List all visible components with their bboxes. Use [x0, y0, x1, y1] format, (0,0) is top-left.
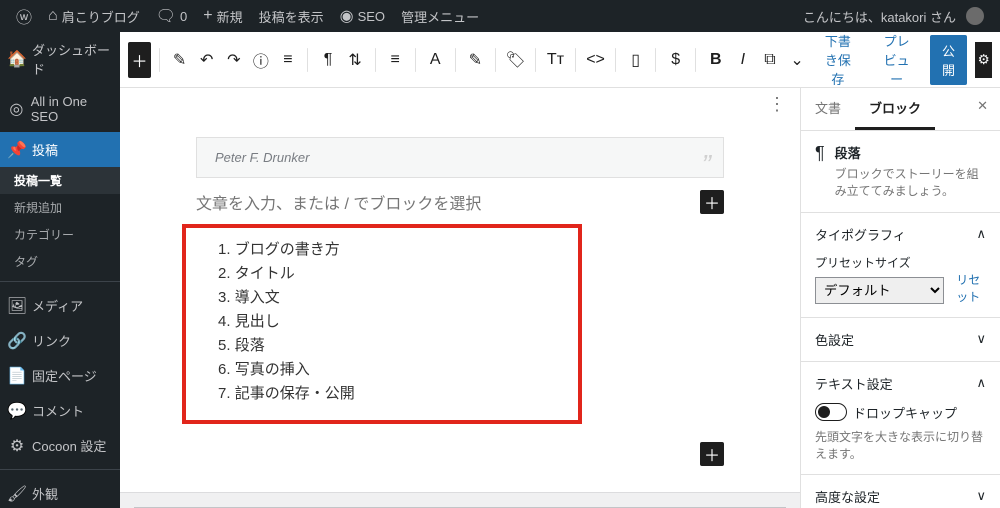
color-panel[interactable]: 色設定∨ [815, 330, 986, 349]
list-item[interactable]: 段落 [218, 334, 564, 358]
list-item[interactable]: 導入文 [218, 286, 564, 310]
list-item[interactable]: 見出し [218, 310, 564, 334]
site-name[interactable]: ⌂肩こりブログ [40, 7, 148, 26]
sidebar-posts-new[interactable]: 新規追加 [0, 194, 120, 221]
preset-size-select[interactable]: デフォルト [815, 277, 944, 304]
block-name: 段落 [835, 143, 986, 162]
seo-menu[interactable]: ◉SEO [332, 6, 393, 26]
list-item[interactable]: 記事の保存・公開 [218, 382, 564, 406]
sidebar-dashboard[interactable]: 🏠ダッシュボード [0, 32, 120, 86]
site-title: 肩こりブログ [62, 7, 140, 26]
font-icon[interactable]: A [424, 42, 447, 78]
greeting[interactable]: こんにちは、katakori さん [795, 7, 992, 26]
sidebar-cocoon[interactable]: ⚙Cocoon 設定 [0, 428, 120, 463]
size-icon[interactable]: Tт [544, 42, 567, 78]
sidebar-posts[interactable]: 📌投稿 [0, 132, 120, 167]
sidebar-posts-cat[interactable]: カテゴリー [0, 221, 120, 248]
undo-button[interactable]: ↶ [195, 42, 218, 78]
settings-gear-button[interactable]: ⚙ [975, 42, 992, 78]
sidebar-posts-all[interactable]: 投稿一覧 [0, 167, 120, 194]
link-button[interactable]: ⧉ [758, 42, 781, 78]
marker-icon[interactable]: ✎ [464, 42, 487, 78]
block-placeholder[interactable]: 文章を入力、または / でブロックを選択 [196, 190, 481, 214]
append-block-icon[interactable]: ＋ [700, 442, 724, 466]
chevron-up-icon: ∧ [976, 375, 986, 391]
comments-link[interactable]: 🗨0 [148, 6, 196, 26]
dropcap-toggle[interactable] [815, 403, 847, 421]
align-icon[interactable]: ≡ [384, 42, 407, 78]
sidebar-posts-tag[interactable]: タグ [0, 248, 120, 275]
preset-label: プリセットサイズ [815, 254, 986, 271]
admin-menu-link[interactable]: 管理メニュー [393, 7, 487, 26]
publish-button[interactable]: 公開 [930, 35, 967, 85]
transform-icon[interactable]: ⇅ [344, 42, 367, 78]
outline-button[interactable]: ≡ [276, 42, 299, 78]
tab-block[interactable]: ブロック [855, 88, 935, 130]
list-item[interactable]: タイトル [218, 262, 564, 286]
add-block-button[interactable]: ＋ [128, 42, 151, 78]
chevron-up-icon: ∧ [976, 226, 986, 242]
reset-button[interactable]: リセット [950, 271, 986, 305]
quote-author: Peter F. Drunker [215, 150, 309, 165]
inspector-close-icon[interactable]: ✕ [965, 88, 1000, 130]
canvas-more-icon[interactable]: ⋮ [120, 88, 800, 121]
more-button[interactable]: ⌄ [785, 42, 808, 78]
sidebar-links[interactable]: 🔗リンク [0, 323, 120, 358]
advanced-panel[interactable]: 高度な設定∨ [815, 487, 986, 506]
typography-panel[interactable]: タイポグラフィ∧ [815, 225, 986, 244]
info-button[interactable]: ⓘ [249, 42, 272, 78]
redo-button[interactable]: ↷ [222, 42, 245, 78]
text-panel[interactable]: テキスト設定∧ [815, 374, 986, 393]
quote-block[interactable]: Peter F. Drunker [196, 137, 724, 178]
chevron-down-icon: ∨ [976, 488, 986, 504]
list-item[interactable]: 写真の挿入 [218, 358, 564, 382]
shortcode-icon[interactable]: $ [664, 42, 687, 78]
save-draft-button[interactable]: 下書き保存 [813, 25, 864, 94]
sidebar-pages[interactable]: 📄固定ページ [0, 358, 120, 393]
view-post[interactable]: 投稿を表示 [251, 7, 332, 26]
chevron-down-icon: ∨ [976, 331, 986, 347]
sidebar-aioseo[interactable]: ◎All in One SEO [0, 86, 120, 132]
list-item[interactable]: ブログの書き方 [218, 238, 564, 262]
tab-document[interactable]: 文書 [801, 88, 855, 130]
tag-icon[interactable]: 🏷 [504, 42, 527, 78]
inline-add-icon[interactable]: ＋ [700, 190, 724, 214]
dropcap-label: ドロップキャップ [853, 403, 957, 422]
sidebar-media[interactable]: 🖼メディア [0, 288, 120, 323]
bold-button[interactable]: B [704, 42, 727, 78]
sidebar-comments[interactable]: 💬コメント [0, 393, 120, 428]
edit-icon[interactable]: ✎ [168, 42, 191, 78]
highlighted-list-block[interactable]: ブログの書き方タイトル導入文見出し段落写真の挿入記事の保存・公開 [182, 224, 582, 424]
block-desc: ブロックでストーリーを組み立ててみましょう。 [835, 166, 986, 200]
new-content[interactable]: +新規 [195, 7, 250, 26]
preview-button[interactable]: プレビュー [871, 25, 922, 94]
italic-button[interactable]: I [731, 42, 754, 78]
dropcap-desc: 先頭文字を大きな表示に切り替えます。 [815, 428, 986, 462]
wp-logo[interactable]: ⓦ [8, 4, 40, 28]
code-icon[interactable]: <> [584, 42, 607, 78]
paragraph-icon: ¶ [815, 143, 825, 200]
sidebar-appearance[interactable]: 🖌外観 [0, 476, 120, 508]
paragraph-icon[interactable]: ¶ [316, 42, 339, 78]
file-icon[interactable]: ▯ [624, 42, 647, 78]
